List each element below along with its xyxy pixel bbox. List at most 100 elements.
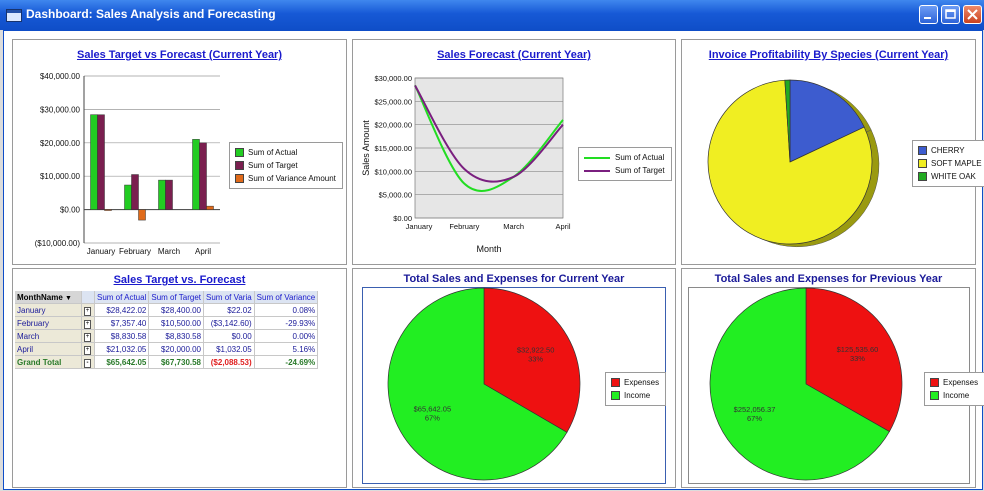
expand-toggle[interactable]: + xyxy=(81,316,95,330)
slice-value-label: $252,056.37 xyxy=(734,405,776,414)
app-icon xyxy=(6,9,22,22)
legend-swatch xyxy=(235,174,244,183)
y-tick-label: $15,000.00 xyxy=(374,144,412,153)
window-titlebar[interactable]: Dashboard: Sales Analysis and Forecastin… xyxy=(0,0,984,30)
line-chart-legend: Sum of Actual Sum of Target xyxy=(578,147,672,181)
legend-label: Income xyxy=(943,391,970,400)
cell-target: $20,000.00 xyxy=(148,342,205,356)
panel-previous-year-pie: Total Sales and Expenses for Previous Ye… xyxy=(681,268,984,488)
cell-actual: $21,032.05 xyxy=(94,342,150,356)
row-label[interactable]: February xyxy=(15,316,82,330)
expand-toggle[interactable]: + xyxy=(81,303,95,317)
expand-icon[interactable]: - xyxy=(84,358,91,368)
expand-toggle[interactable]: + xyxy=(81,342,95,356)
cell-variance: ($3,142.60) xyxy=(203,316,255,330)
legend-swatch xyxy=(611,391,620,400)
row-label[interactable]: Grand Total xyxy=(15,355,82,369)
cell-target: $28,400.00 xyxy=(148,303,205,317)
legend-swatch xyxy=(930,391,939,400)
expand-icon[interactable]: + xyxy=(84,345,91,355)
pivot-header-variance-pct[interactable]: Sum of Variance xyxy=(254,291,319,304)
row-label[interactable]: March xyxy=(15,329,82,343)
minimize-icon xyxy=(924,17,931,19)
x-tick-label: February xyxy=(119,247,151,256)
cell-actual: $8,830.58 xyxy=(94,329,150,343)
pivot-header-actual[interactable]: Sum of Actual xyxy=(94,291,150,304)
x-tick-label: April xyxy=(195,247,211,256)
grand-total-row: Grand Total - $65,642.05 $67,730.58 ($2,… xyxy=(15,355,319,369)
panel-invoice-profitability-chart: Invoice Profitability By Species (Curren… xyxy=(681,39,984,265)
pivot-table[interactable]: MonthName ▼ Sum of Actual Sum of Target … xyxy=(15,291,319,369)
maximize-button[interactable] xyxy=(941,5,960,24)
x-tick-label: January xyxy=(406,222,433,231)
current-year-pie-legend: Expenses Income xyxy=(605,372,667,406)
legend-item: Income xyxy=(611,389,659,402)
x-axis-label: Month xyxy=(476,244,501,254)
legend-label: Expenses xyxy=(624,378,660,387)
bar xyxy=(199,142,207,210)
legend-swatch xyxy=(611,378,620,387)
legend-swatch xyxy=(918,159,927,168)
expand-toggle[interactable]: + xyxy=(81,329,95,343)
cell-variance-pct: 0.08% xyxy=(254,303,319,317)
slice-value-label: $32,922.50 xyxy=(517,345,555,354)
legend-label: Sum of Actual xyxy=(248,148,298,157)
row-label[interactable]: April xyxy=(15,342,82,356)
expand-icon[interactable]: + xyxy=(84,332,91,342)
legend-label: Income xyxy=(624,391,651,400)
legend-label: Sum of Variance Amount xyxy=(248,174,336,183)
y-tick-label: $20,000.00 xyxy=(40,139,81,148)
bar xyxy=(124,184,132,210)
legend-item: WHITE OAK xyxy=(918,170,982,183)
pivot-header-spacer xyxy=(81,291,95,304)
minimize-button[interactable] xyxy=(919,5,938,24)
cell-variance-pct: -29.93% xyxy=(254,316,319,330)
bar xyxy=(104,209,112,211)
table-row: January + $28,422.02 $28,400.00 $22.02 0… xyxy=(15,303,319,317)
cell-variance: $1,032.05 xyxy=(203,342,255,356)
cell-actual: $7,357.40 xyxy=(94,316,150,330)
bar xyxy=(158,179,166,210)
previous-year-pie-legend: Expenses Income xyxy=(924,372,984,406)
x-tick-label: March xyxy=(158,247,180,256)
dropdown-arrow-icon[interactable]: ▼ xyxy=(65,295,72,302)
y-tick-label: $40,000.00 xyxy=(40,72,81,81)
y-tick-label: $10,000.00 xyxy=(374,167,412,176)
cell-target: $8,830.58 xyxy=(148,329,205,343)
species-pie-legend: CHERRY SOFT MAPLE WHITE OAK xyxy=(912,140,984,187)
y-axis-label: Sales Amount xyxy=(361,120,371,176)
expand-icon[interactable]: + xyxy=(84,306,91,316)
legend-swatch xyxy=(930,378,939,387)
legend-label: WHITE OAK xyxy=(931,172,976,181)
cell-variance: ($2,088.53) xyxy=(203,355,255,369)
slice-percent-label: 33% xyxy=(528,354,543,363)
pivot-header-monthname[interactable]: MonthName ▼ xyxy=(15,291,82,304)
bar xyxy=(165,179,173,210)
slice-percent-label: 33% xyxy=(850,354,865,363)
x-tick-label: January xyxy=(87,247,115,256)
y-tick-label: $30,000.00 xyxy=(374,74,412,83)
close-button[interactable] xyxy=(963,5,982,24)
legend-label: Expenses xyxy=(943,378,979,387)
row-label[interactable]: January xyxy=(15,303,82,317)
table-row: March + $8,830.58 $8,830.58 $0.00 0.00% xyxy=(15,329,319,343)
table-row: February + $7,357.40 $10,500.00 ($3,142.… xyxy=(15,316,319,330)
cell-variance-pct: 0.00% xyxy=(254,329,319,343)
panel-title[interactable]: Sales Target vs. Forecast xyxy=(13,274,346,286)
legend-swatch xyxy=(235,148,244,157)
legend-swatch xyxy=(918,146,927,155)
y-tick-label: $10,000.00 xyxy=(40,172,81,181)
pivot-header-target[interactable]: Sum of Target xyxy=(148,291,205,304)
expand-icon[interactable]: + xyxy=(84,319,91,329)
slice-percent-label: 67% xyxy=(747,414,762,423)
cell-variance-pct: -24.69% xyxy=(254,355,319,369)
slice-value-label: $65,642.05 xyxy=(414,405,452,414)
expand-toggle[interactable]: - xyxy=(81,355,95,369)
pivot-header-variance[interactable]: Sum of Varia xyxy=(203,291,255,304)
x-tick-label: February xyxy=(449,222,479,231)
x-tick-label: March xyxy=(503,222,524,231)
cell-actual: $28,422.02 xyxy=(94,303,150,317)
cell-variance-pct: 5.16% xyxy=(254,342,319,356)
legend-item: Expenses xyxy=(930,376,978,389)
cell-target: $67,730.58 xyxy=(148,355,205,369)
